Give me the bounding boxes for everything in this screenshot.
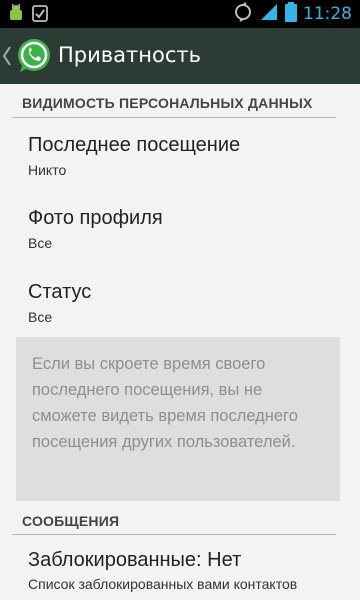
back-chevron-icon[interactable] [2,44,12,68]
profile-photo-label: Фото профиля [28,207,163,229]
profile-photo-value: Все [28,235,53,251]
android-notification-icon [8,4,24,22]
blocked-label: Заблокированные: Нет [28,549,242,571]
battery-icon [285,2,297,26]
last-seen-label: Последнее посещение [28,134,241,156]
blocked-subtitle: Список заблокированных вами контактов [28,576,298,592]
info-text: Если вы скроете время своего последнего … [32,355,298,451]
notification-icons [8,4,48,22]
clock: 11:28 [303,4,352,24]
signal-icon [259,2,279,26]
section-header-personal-data: ВИДИМОСТЬ ПЕРСОНАЛЬНЫХ ДАННЫХ [22,95,313,111]
page-title: Приватность [58,43,201,67]
section-divider [12,117,336,118]
section-header-messages: СООБЩЕНИЯ [22,513,120,529]
whatsapp-logo-icon[interactable] [14,36,54,76]
last-seen-value: Никто [28,162,67,178]
status-value: Все [28,309,53,325]
section-divider [12,534,336,535]
system-icons: 11:28 [233,2,352,26]
sync-icon [233,2,253,26]
clipboard-check-icon [32,4,48,22]
info-box: Если вы скроете время своего последнего … [16,337,340,501]
action-bar: Приватность [0,28,360,84]
status-label: Статус [28,281,92,303]
status-bar: 11:28 [0,0,360,28]
